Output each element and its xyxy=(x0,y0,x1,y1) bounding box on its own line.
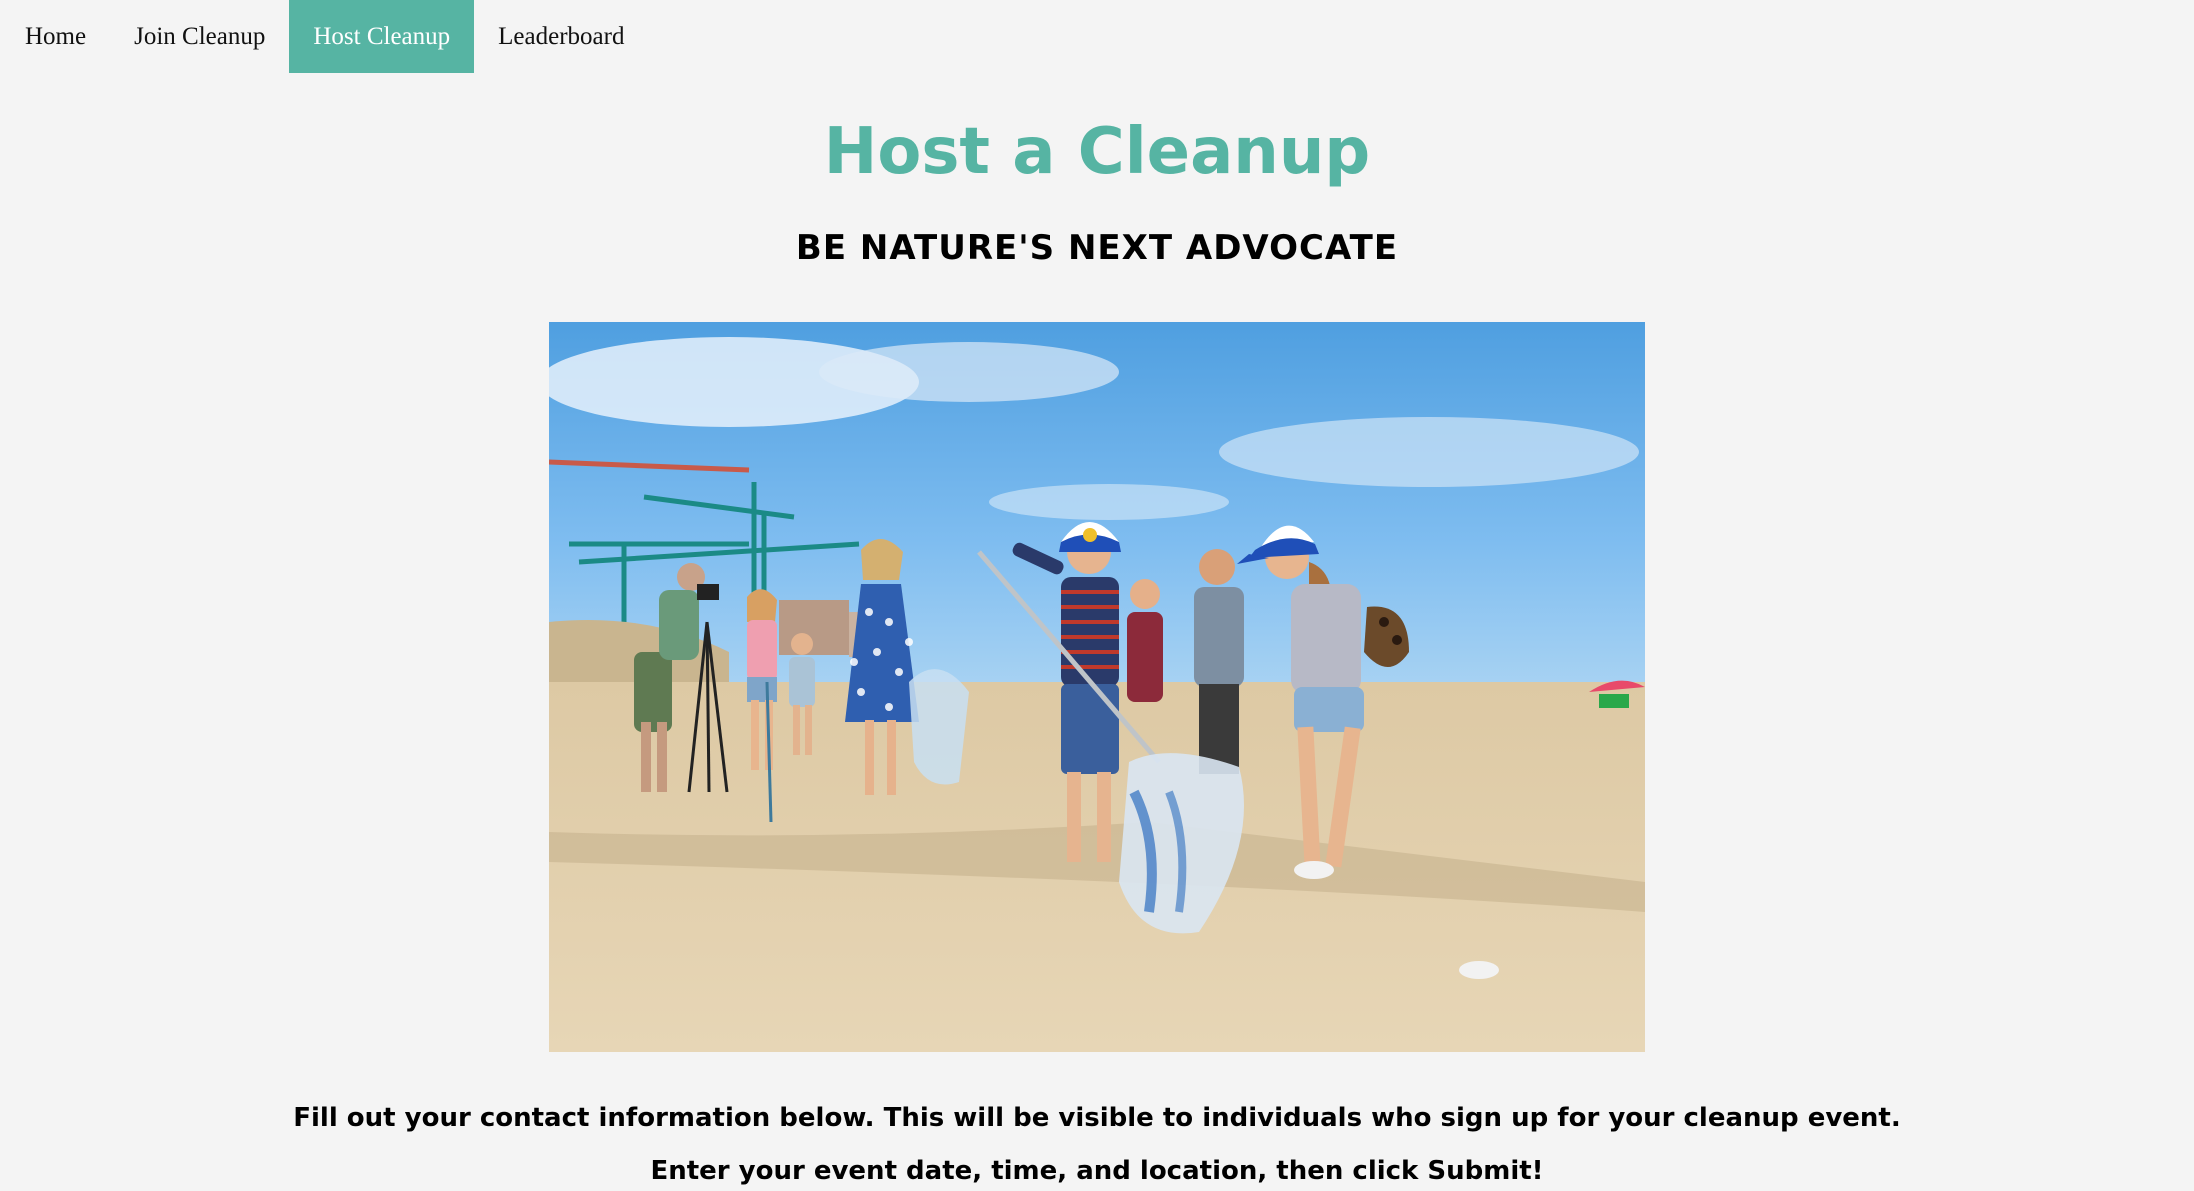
page-subtitle: BE NATURE'S NEXT ADVOCATE xyxy=(795,228,1399,268)
nav-home[interactable]: Home xyxy=(0,0,110,73)
instruction-contact: Fill out your contact information below.… xyxy=(293,1103,1901,1133)
nav-join-cleanup[interactable]: Join Cleanup xyxy=(110,0,289,73)
page-title: Host a Cleanup xyxy=(823,115,1371,189)
nav-leaderboard[interactable]: Leaderboard xyxy=(474,0,648,73)
nav-host-cleanup[interactable]: Host Cleanup xyxy=(289,0,475,73)
top-nav: Home Join Cleanup Host Cleanup Leaderboa… xyxy=(0,0,648,73)
instruction-event: Enter your event date, time, and locatio… xyxy=(650,1156,1544,1186)
hero-image xyxy=(549,322,1645,1052)
